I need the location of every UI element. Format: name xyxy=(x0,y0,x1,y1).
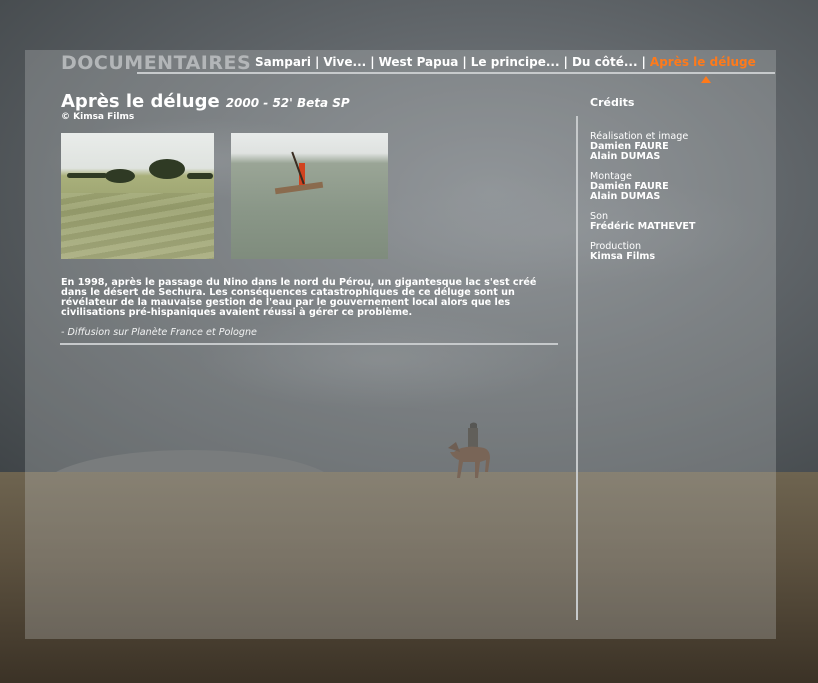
nav-item-apres-le-deluge[interactable]: Après le déluge xyxy=(650,55,756,69)
active-nav-marker-icon xyxy=(701,76,711,83)
film-title: Après le déluge xyxy=(61,91,220,112)
nav-item-le-principe[interactable]: Le principe... xyxy=(471,55,560,69)
credit-name: Alain DUMAS xyxy=(590,151,661,162)
credit-name: Kimsa Films xyxy=(590,251,656,262)
film-subtitle: 2000 - 52' Beta SP xyxy=(225,96,350,110)
section-brand: DOCUMENTAIRES xyxy=(61,52,252,74)
nav-separator: | xyxy=(314,55,320,69)
credit-son: Son Frédéric MATHEVET xyxy=(590,212,770,232)
documentary-nav: Sampari | Vive... | West Papua | Le principe..… xyxy=(255,55,756,69)
credits-title: Crédits xyxy=(590,96,635,109)
credit-realisation: Réalisation et image Damien FAURE Alain … xyxy=(590,132,770,162)
raft-lake-thumbnail[interactable] xyxy=(231,133,388,259)
nav-item-du-cote[interactable]: Du côté... xyxy=(572,55,638,69)
nav-separator: | xyxy=(563,55,568,69)
nav-separator: | xyxy=(641,55,646,69)
credit-name: Alain DUMAS xyxy=(590,191,661,202)
credit-name: Frédéric MATHEVET xyxy=(590,221,696,232)
credits-list: Réalisation et image Damien FAURE Alain … xyxy=(590,132,770,272)
nav-divider xyxy=(137,72,775,74)
nav-item-west-papua[interactable]: West Papua xyxy=(379,55,459,69)
copyright-text: © Kimsa Films xyxy=(61,112,135,122)
nav-separator: | xyxy=(370,55,375,69)
credit-production: Production Kimsa Films xyxy=(590,242,770,262)
page-title: Après le déluge 2000 - 52' Beta SP xyxy=(61,91,350,112)
content-divider xyxy=(60,343,558,345)
credit-montage: Montage Damien FAURE Alain DUMAS xyxy=(590,172,770,202)
broadcast-note: - Diffusion sur Planète France et Pologn… xyxy=(61,327,257,338)
nav-separator: | xyxy=(462,55,467,69)
nav-item-sampari[interactable]: Sampari xyxy=(255,55,311,69)
film-description: En 1998, après le passage du Nino dans l… xyxy=(61,277,537,318)
nav-item-vive[interactable]: Vive... xyxy=(323,55,366,69)
desert-thumbnail[interactable] xyxy=(61,133,214,259)
credits-divider xyxy=(576,116,578,620)
